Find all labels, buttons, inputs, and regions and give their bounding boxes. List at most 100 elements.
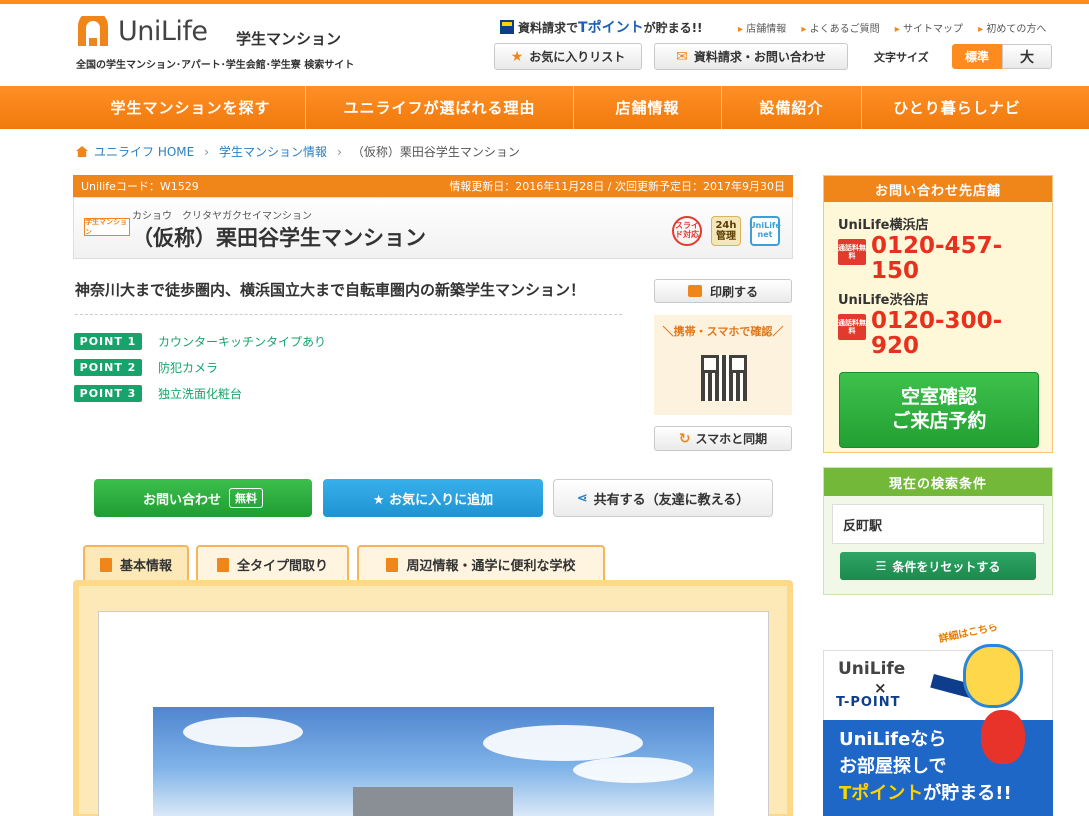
font-size-standard-button[interactable]: 標準 — [952, 44, 1002, 69]
breadcrumb-home[interactable]: ユニライフ HOME — [94, 145, 194, 159]
print-button[interactable]: 印刷する — [654, 279, 792, 303]
favorites-list-button[interactable]: ★ お気に入りリスト — [494, 43, 642, 70]
logo-subtitle: 学生マンション — [236, 30, 342, 48]
reset-conditions-button[interactable]: ☰ 条件をリセットする — [840, 552, 1036, 580]
toplink-beginners[interactable]: 初めての方へ — [978, 24, 1046, 35]
nav-search[interactable]: 学生マンションを探す — [76, 86, 306, 129]
banner-logo: UniLife — [838, 659, 906, 679]
student-mansion-logo: 学生マンション — [84, 218, 130, 236]
tpoint-post: が貯まる!! — [643, 21, 703, 35]
unilife-logo-icon — [78, 16, 108, 46]
property-code-bar: Unilifeコード：W1529 情報更新日：2016年11月28日 / 次回更… — [73, 175, 793, 197]
smartphone-sync-button[interactable]: ↻ スマホと同期 — [654, 426, 792, 451]
mobile-check-label: ＼携帯・スマホで確認／ — [662, 325, 784, 338]
nav-reasons[interactable]: ユニライフが選ばれる理由 — [306, 86, 574, 129]
add-favorite-button[interactable]: ★ お気に入りに追加 — [323, 479, 543, 517]
contact-label: お問い合わせ — [142, 492, 221, 508]
building-icon — [386, 557, 399, 572]
nav-shops[interactable]: 店舗情報 — [574, 86, 722, 129]
nav-facilities[interactable]: 設備紹介 — [722, 86, 862, 129]
tab-label: 周辺情報・通学に便利な学校 — [406, 559, 576, 574]
banner-highlight: Tポイント — [839, 783, 924, 804]
search-list-icon: ☰ — [875, 559, 887, 573]
tab-basic-info[interactable]: 基本情報 — [83, 545, 189, 582]
shop-tel[interactable]: 通話料無料 0120-457-150 — [838, 234, 1031, 284]
unilife-net-badge: UniLife net — [749, 216, 781, 246]
tab-surroundings[interactable]: 周辺情報・通学に便利な学校 — [357, 545, 605, 582]
free-dial-icon: 通話料無料 — [838, 314, 866, 340]
point-text: 独立洗面化粧台 — [158, 387, 243, 401]
font-size-label: 文字サイズ — [874, 51, 929, 64]
logo-tagline: 全国の学生マンション･アパート･学生会館･学生寮 検索サイト — [76, 60, 355, 71]
tab-label: 基本情報 — [119, 559, 172, 574]
share-icon: ⋖ — [576, 490, 588, 506]
floorplan-icon — [216, 557, 229, 572]
toplink-sitemap[interactable]: サイトマップ — [895, 24, 963, 35]
request-contact-button[interactable]: ✉ 資料請求・お問い合わせ — [654, 43, 848, 70]
reserve-visit-button[interactable]: 空室確認 ご来店予約 — [839, 372, 1039, 448]
qr-code — [701, 355, 747, 401]
logo-name: UniLife — [118, 16, 208, 47]
banner-details-label: 詳細はこちら — [937, 624, 999, 646]
reserve-line2: ご来店予約 — [891, 410, 987, 432]
nav-living-guide[interactable]: ひとり暮らしナビ — [862, 86, 1052, 129]
24h-badge: 24h管理 — [711, 216, 741, 246]
toplink-faq[interactable]: よくあるご質問 — [801, 24, 879, 35]
point-label: POINT 3 — [74, 385, 142, 402]
tel-number: 0120-300-920 — [871, 308, 1003, 359]
breadcrumb-separator: › — [337, 145, 342, 159]
property-kana: カショウ クリタヤガクセイマンション — [132, 211, 312, 222]
toplink-shops[interactable]: 店舗情報 — [738, 24, 786, 35]
property-update-date: 情報更新日：2016年11月28日 / 次回更新予定日：2017年9月30日 — [449, 180, 785, 193]
main-nav: 学生マンションを探す ユニライフが選ばれる理由 店舗情報 設備紹介 ひとり暮らし… — [0, 86, 1089, 129]
print-label: 印刷する — [709, 284, 758, 299]
tpoint-banner[interactable]: UniLife × T-POINT UniLifeなら お部屋探しで Tポイント… — [823, 624, 1053, 816]
cloud — [483, 725, 643, 761]
reserve-line1: 空室確認 — [900, 386, 977, 409]
contact-shops-title: お問い合わせ先店舗 — [824, 176, 1052, 202]
contact-shops-panel: お問い合わせ先店舗 UniLife横浜店 通話料無料 0120-457-150 … — [823, 175, 1053, 453]
property-catchcopy: 神奈川大まで徒歩圏内、横浜国立大まで自転車圏内の新築学生マンション！ — [75, 281, 586, 299]
point-text: 防犯カメラ — [158, 361, 219, 375]
top-links: 店舗情報 よくあるご質問 サイトマップ 初めての方へ — [738, 20, 1058, 35]
share-button[interactable]: ⋖ 共有する（友達に教える） — [553, 479, 773, 517]
site-logo[interactable]: UniLife 学生マンション 全国の学生マンション･アパート･学生会館･学生寮… — [74, 14, 374, 72]
property-code: Unilifeコード：W1529 — [81, 180, 199, 193]
star-icon: ★ — [510, 48, 524, 65]
breadcrumb-separator: › — [204, 145, 210, 159]
breadcrumb-level2[interactable]: 学生マンション情報 — [219, 145, 327, 159]
printer-icon — [687, 285, 702, 297]
sync-icon: ↻ — [678, 430, 691, 447]
divider — [75, 314, 622, 315]
contact-button[interactable]: お問い合わせ 無料 — [94, 479, 312, 517]
sync-label: スマホと同期 — [695, 432, 768, 446]
search-conditions-title: 現在の検索条件 — [824, 468, 1052, 496]
point-text: カウンターキッチンタイプあり — [158, 335, 327, 349]
reset-label: 条件をリセットする — [892, 559, 1001, 574]
mascot-red-icon — [981, 710, 1025, 764]
tpoint-pre: 資料請求で — [518, 21, 579, 35]
banner-line3: が貯まる!! — [923, 783, 1012, 804]
search-conditions-panel: 現在の検索条件 反町駅 ☰ 条件をリセットする — [823, 467, 1053, 595]
favorites-list-label: お気に入りリスト — [529, 50, 626, 64]
property-name: （仮称）栗田谷学生マンション — [132, 226, 426, 250]
tpoint-notice[interactable]: 資料請求でTポイントが貯まる!! — [500, 17, 703, 37]
shop-name: UniLife横浜店 — [838, 218, 929, 233]
font-size-large-button[interactable]: 大 — [1002, 44, 1052, 69]
point-item: POINT 3 独立洗面化粧台 — [74, 385, 242, 402]
property-title-box: 学生マンション カショウ クリタヤガクセイマンション （仮称）栗田谷学生マンショ… — [73, 197, 793, 259]
tab-label: 全タイプ間取り — [236, 559, 328, 574]
free-badge: 無料 — [229, 488, 263, 508]
point-item: POINT 1 カウンターキッチンタイプあり — [74, 333, 326, 350]
cloud — [573, 757, 693, 783]
shop-tel[interactable]: 通話料無料 0120-300-920 — [838, 309, 1031, 359]
mobile-check-box: ＼携帯・スマホで確認／ — [654, 315, 792, 415]
point-item: POINT 2 防犯カメラ — [74, 359, 218, 376]
tab-floor-plans[interactable]: 全タイプ間取り — [196, 545, 349, 582]
search-condition-value: 反町駅 — [832, 504, 1044, 544]
mascot-lion-icon — [963, 644, 1023, 708]
property-photo[interactable] — [153, 707, 714, 816]
breadcrumb-current: （仮称）栗田谷学生マンション — [351, 145, 520, 159]
banner-tpoint: T-POINT — [836, 695, 901, 710]
shop-name: UniLife渋谷店 — [838, 293, 929, 308]
